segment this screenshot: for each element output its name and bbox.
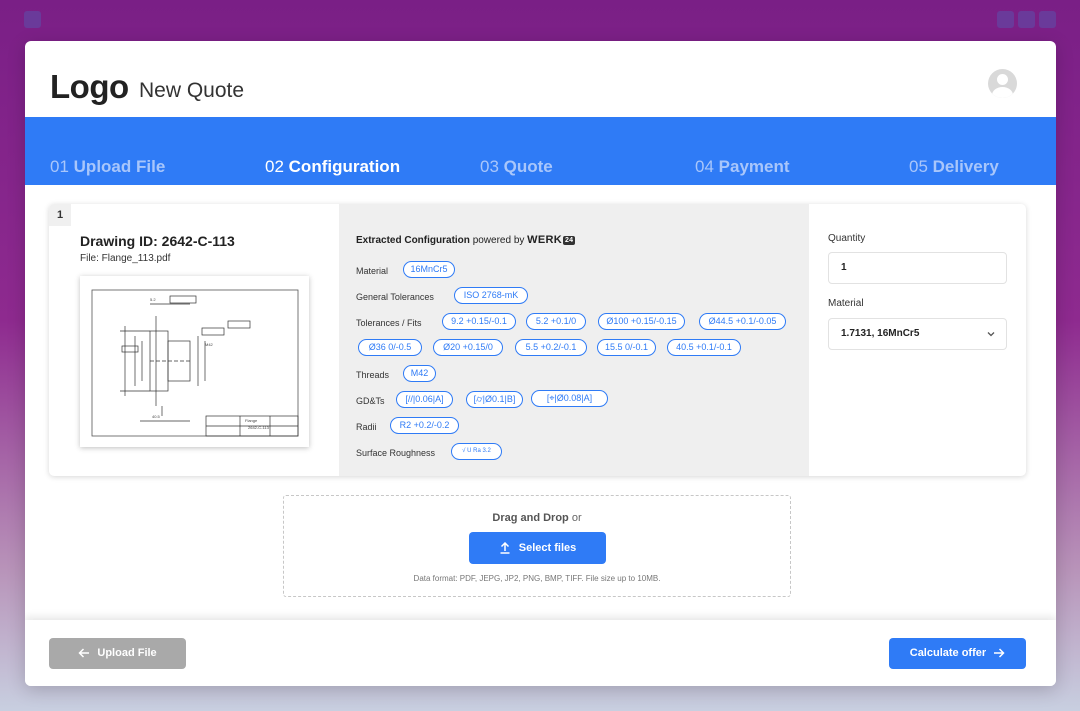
- app-window: Logo New Quote 01 Upload File 02 Configu…: [25, 41, 1056, 686]
- chevron-down-icon: [987, 332, 995, 337]
- label-gdts: GD&Ts: [356, 396, 385, 406]
- svg-text:5.2: 5.2: [150, 297, 156, 302]
- extracted-configuration: Extracted Configuration powered by WERK 2…: [339, 204, 809, 476]
- step-upload-file[interactable]: 01 Upload File: [50, 157, 165, 177]
- werk24-logo: WERK 24: [527, 234, 576, 246]
- chip-gdt[interactable]: [⌖|Ø0.08|A]: [531, 390, 608, 407]
- chip-gdt[interactable]: [⌭|Ø0.1|B]: [466, 391, 523, 408]
- chip-tolerance[interactable]: Ø44.5 +0.1/-0.05: [699, 313, 786, 330]
- quantity-input[interactable]: 1: [828, 252, 1007, 284]
- calculate-offer-button[interactable]: Calculate offer: [889, 638, 1026, 669]
- chip-material[interactable]: 16MnCr5: [403, 261, 455, 278]
- window-maximize-icon[interactable]: [1018, 11, 1035, 28]
- step-payment[interactable]: 04 Payment: [695, 157, 790, 177]
- chip-thread[interactable]: M42: [403, 365, 436, 382]
- window-close-icon[interactable]: [1039, 11, 1056, 28]
- step-bar: 01 Upload File 02 Configuration 03 Quote…: [25, 117, 1056, 185]
- order-form: Quantity 1 Material 1.7131, 16MnCr5: [809, 204, 1026, 476]
- label-radii: Radii: [356, 422, 377, 432]
- svg-text:M42: M42: [205, 342, 214, 347]
- item-panel: 1 Drawing ID: 2642-C-113 File: Flange_11…: [49, 204, 1026, 476]
- svg-text:2642-C-113: 2642-C-113: [248, 425, 270, 430]
- page-title: New Quote: [139, 79, 245, 102]
- chip-tolerance[interactable]: Ø100 +0.15/-0.15: [598, 313, 685, 330]
- back-upload-file-button[interactable]: Upload File: [49, 638, 186, 669]
- material-select[interactable]: 1.7131, 16MnCr5: [828, 318, 1007, 350]
- file-format-hint: Data format: PDF, JEPG, JP2, PNG, BMP, T…: [413, 574, 661, 583]
- label-tolerances-fits: Tolerances / Fits: [356, 318, 422, 328]
- user-icon: [997, 74, 1008, 85]
- label-material: Material: [356, 266, 389, 276]
- arrow-left-icon: [78, 648, 90, 658]
- label-threads: Threads: [356, 370, 390, 380]
- chip-tolerance[interactable]: 5.5 +0.2/-0.1: [515, 339, 587, 356]
- item-index: 1: [49, 204, 71, 226]
- chip-surface-roughness[interactable]: √ U Ra 3.2: [451, 443, 502, 460]
- window-menu-icon[interactable]: [24, 11, 41, 28]
- drawing-thumbnail[interactable]: 5.2 M42 2642-C-113 Flange 40.5: [80, 276, 309, 447]
- svg-text:Flange: Flange: [245, 418, 258, 423]
- file-dropzone[interactable]: Drag and Drop or Select files Data forma…: [283, 495, 791, 597]
- chip-general-tolerance[interactable]: ISO 2768-mK: [454, 287, 528, 304]
- upload-icon: [500, 542, 510, 554]
- drawing-title: Drawing ID: 2642-C-113: [80, 233, 235, 249]
- svg-text:40.5: 40.5: [152, 414, 161, 419]
- file-name: File: Flange_113.pdf: [80, 253, 171, 264]
- step-quote[interactable]: 03 Quote: [480, 157, 553, 177]
- window-minimize-icon[interactable]: [997, 11, 1014, 28]
- quantity-label: Quantity: [828, 233, 866, 244]
- chip-tolerance[interactable]: 15.5 0/-0.1: [597, 339, 656, 356]
- chip-tolerance[interactable]: Ø36 0/-0.5: [358, 339, 422, 356]
- header: Logo New Quote: [25, 41, 1056, 117]
- footer-bar: Upload File Calculate offer: [25, 620, 1056, 686]
- technical-drawing-image: 5.2 M42 2642-C-113 Flange 40.5: [91, 289, 299, 437]
- arrow-right-icon: [994, 648, 1005, 658]
- step-delivery[interactable]: 05 Delivery: [909, 157, 999, 177]
- chip-tolerance[interactable]: 9.2 +0.15/-0.1: [442, 313, 516, 330]
- chip-tolerance[interactable]: 40.5 +0.1/-0.1: [667, 339, 741, 356]
- chip-radius[interactable]: R2 +0.2/-0.2: [390, 417, 459, 434]
- chip-tolerance[interactable]: 5.2 +0.1/0: [526, 313, 586, 330]
- label-surface-roughness: Surface Roughness: [356, 448, 436, 458]
- material-label: Material: [828, 298, 864, 309]
- select-files-button[interactable]: Select files: [469, 532, 606, 564]
- config-title: Extracted Configuration powered by WERK 2…: [356, 234, 576, 246]
- chip-gdt[interactable]: [//|0.06|A]: [396, 391, 453, 408]
- step-configuration[interactable]: 02 Configuration: [265, 157, 400, 177]
- drag-drop-text: Drag and Drop: [492, 512, 569, 524]
- avatar[interactable]: [988, 69, 1017, 98]
- chip-tolerance[interactable]: Ø20 +0.15/0: [433, 339, 503, 356]
- logo[interactable]: Logo: [50, 68, 129, 106]
- label-general-tolerances: General Tolerances: [356, 292, 434, 302]
